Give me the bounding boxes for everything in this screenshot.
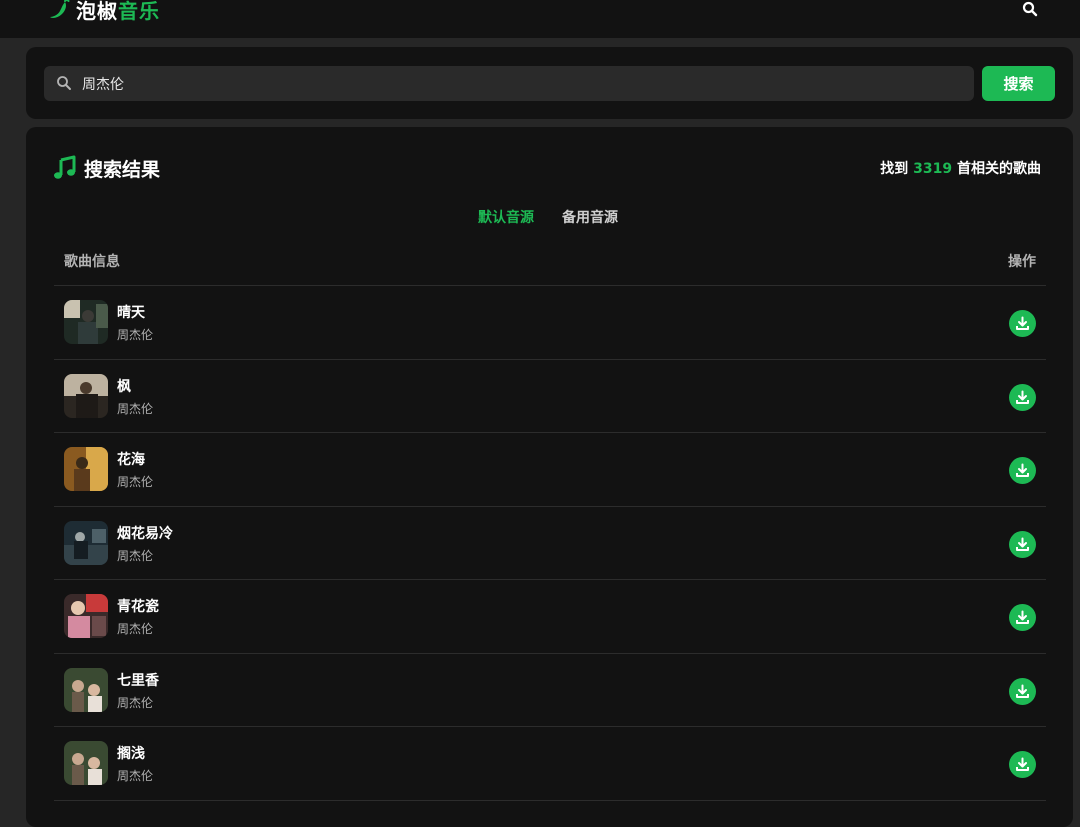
column-header-info: 歌曲信息 [64,254,120,270]
download-button[interactable] [1009,604,1036,631]
download-icon [1016,684,1029,698]
music-note-icon [54,155,76,179]
table-row[interactable]: 枫 周杰伦 [54,360,1046,433]
album-cover [64,520,108,565]
song-title: 烟花易冷 [117,525,173,542]
song-title: 搁浅 [117,746,145,762]
download-button[interactable] [1009,677,1036,705]
download-icon [1016,463,1029,477]
logo-text: 泡椒音乐 [76,0,160,24]
count-number: 3319 [913,161,953,177]
table-header: 歌曲信息 操作 [54,248,1046,286]
album-cover [64,447,108,491]
song-artist: 周杰伦 [117,401,154,416]
search-input[interactable] [82,66,962,101]
song-title: 青花瓷 [117,599,159,615]
logo[interactable]: 泡椒音乐 [48,0,160,24]
results-panel: 搜索结果 找到 3319 首相关的歌曲 默认音源 备用音源 歌曲信息 操作 晴天 [26,127,1073,827]
table-row[interactable]: 烟花易冷 周杰伦 [54,507,1046,580]
search-icon [1022,1,1038,17]
download-icon [1016,537,1029,551]
header-search-button[interactable] [1020,0,1040,18]
tab-backup-source[interactable]: 备用音源 [562,207,618,227]
download-button[interactable] [1009,457,1036,484]
tab-default-source[interactable]: 默认音源 [478,207,534,227]
table-row[interactable]: 七里香 周杰伦 [54,654,1046,727]
song-artist: 周杰伦 [117,548,154,563]
song-title: 晴天 [117,305,145,321]
download-icon [1016,610,1029,624]
download-icon [1016,390,1029,404]
search-icon [57,76,71,90]
logo-text-part2: 音乐 [118,0,160,23]
album-cover [64,300,108,344]
album-cover [64,373,108,418]
song-artist: 周杰伦 [117,769,154,783]
top-nav-bar: 泡椒音乐 [0,0,1080,38]
song-title: 枫 [117,378,131,395]
results-count: 找到 3319 首相关的歌曲 [880,158,1041,178]
song-list: 晴天 周杰伦 枫 周杰伦 花海 周杰伦 烟花易冷 周杰伦 青花瓷 周杰伦 七里香… [54,286,1046,801]
logo-text-part1: 泡椒 [76,0,118,23]
results-title: 搜索结果 [84,158,161,181]
source-tabs: 默认音源 备用音源 [478,207,618,227]
album-cover [64,741,108,785]
table-row[interactable]: 晴天 周杰伦 [54,286,1046,360]
count-prefix: 找到 [880,161,909,177]
download-icon [1016,316,1029,330]
table-row[interactable]: 花海 周杰伦 [54,433,1046,507]
download-button[interactable] [1009,530,1036,558]
song-title: 花海 [117,452,145,468]
chili-pepper-icon [50,0,70,18]
table-row[interactable]: 青花瓷 周杰伦 [54,580,1046,654]
results-header: 搜索结果 [52,153,160,183]
download-icon [1016,757,1029,771]
song-artist: 周杰伦 [117,475,154,489]
column-header-action: 操作 [1008,254,1036,270]
song-artist: 周杰伦 [117,328,154,342]
song-title: 七里香 [117,672,159,689]
download-button[interactable] [1009,310,1036,337]
search-box [44,66,974,101]
search-panel: 搜索 [26,47,1073,119]
song-artist: 周杰伦 [117,695,154,710]
count-suffix: 首相关的歌曲 [957,161,1041,177]
album-cover [64,667,108,712]
table-row[interactable]: 搁浅 周杰伦 [54,727,1046,801]
album-cover [64,594,108,638]
search-button[interactable]: 搜索 [982,66,1055,101]
download-button[interactable] [1009,383,1036,411]
download-button[interactable] [1009,751,1036,778]
song-artist: 周杰伦 [117,622,154,636]
